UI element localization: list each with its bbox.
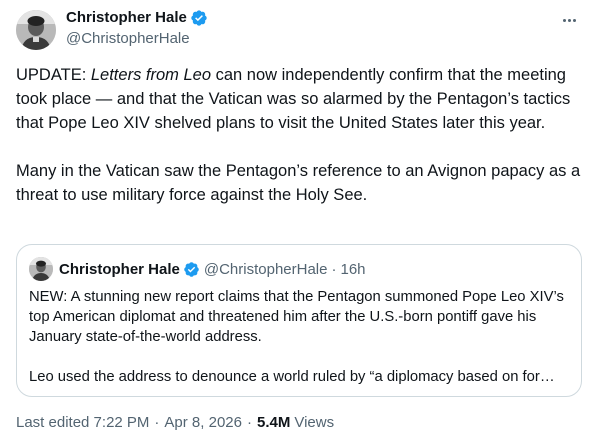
- tweet-header: Christopher Hale @ChristopherHale: [16, 8, 582, 52]
- more-horizontal-icon[interactable]: [556, 10, 582, 30]
- tweet-text: UPDATE: Letters from Leo can now indepen…: [16, 63, 582, 207]
- author-handle[interactable]: @ChristopherHale: [66, 29, 208, 48]
- separator-dot: ·: [331, 260, 337, 278]
- quoted-paragraph-1: NEW: A stunning new report claims that t…: [29, 289, 564, 345]
- tweet-date-link[interactable]: Apr 8, 2026: [164, 414, 242, 431]
- separator-dot: ·: [246, 413, 252, 431]
- author-name[interactable]: Christopher Hale: [66, 8, 187, 27]
- tweet-paragraph-2: Many in the Vatican saw the Pentagon’s r…: [16, 162, 581, 204]
- verified-badge-icon[interactable]: [190, 9, 208, 27]
- verified-badge-icon: [183, 261, 200, 278]
- quoted-timestamp[interactable]: 16h: [340, 261, 365, 278]
- quoted-tweet[interactable]: Christopher Hale @ChristopherHale · 16h …: [16, 244, 582, 397]
- quoted-author-name: Christopher Hale: [59, 260, 180, 278]
- publication-name: Letters from Leo: [90, 66, 212, 84]
- tweet-footer: Last edited 7:22 PM · Apr 8, 2026 · 5.4M…: [16, 412, 582, 432]
- tweet-card: Christopher Hale @ChristopherHale UPDATE…: [0, 0, 598, 448]
- quoted-tweet-text: NEW: A stunning new report claims that t…: [29, 287, 569, 387]
- separator-dot: ·: [154, 413, 160, 431]
- quoted-paragraph-2: Leo used the address to denounce a world…: [29, 369, 555, 385]
- last-edited-link[interactable]: Last edited 7:22 PM: [16, 414, 149, 431]
- views-label: Views: [294, 413, 335, 431]
- author-names: Christopher Hale @ChristopherHale: [66, 8, 208, 48]
- avatar[interactable]: [16, 10, 56, 50]
- quoted-avatar: [29, 257, 53, 281]
- quoted-author-handle: @ChristopherHale: [203, 260, 328, 278]
- views-count: 5.4M: [256, 413, 291, 431]
- tweet-paragraph-1: UPDATE: Letters from Leo can now indepen…: [16, 66, 571, 132]
- quoted-tweet-header: Christopher Hale @ChristopherHale · 16h: [29, 257, 569, 281]
